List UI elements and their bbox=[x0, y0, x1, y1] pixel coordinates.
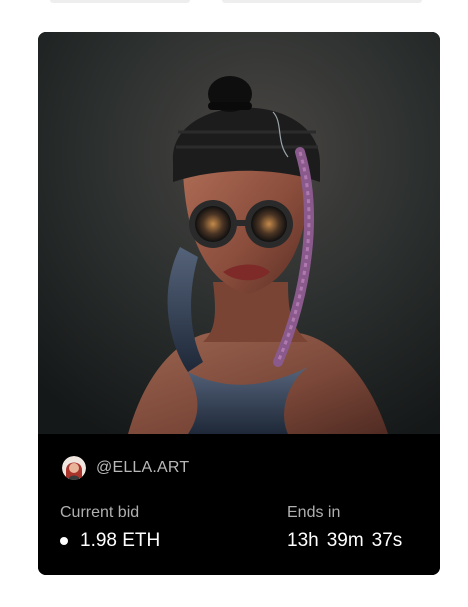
nft-artwork[interactable] bbox=[38, 32, 440, 434]
current-bid-label: Current bid bbox=[60, 504, 140, 521]
current-bid-value-row: 1.98 ETH bbox=[60, 530, 160, 552]
ends-in-label: Ends in bbox=[287, 504, 341, 521]
creator-row[interactable]: @ELLA.ART bbox=[62, 456, 189, 480]
creator-avatar[interactable] bbox=[62, 456, 86, 480]
eth-dot-icon bbox=[60, 537, 68, 545]
previous-card-edge-right bbox=[222, 0, 422, 3]
previous-card-edge-left bbox=[50, 0, 190, 3]
current-bid-value: 1.98 ETH bbox=[80, 530, 161, 551]
nft-card[interactable]: @ELLA.ART Current bid 1.98 ETH Ends in 1… bbox=[38, 32, 440, 575]
countdown-timer: 13h 39m 37s bbox=[287, 530, 402, 552]
creator-handle[interactable]: @ELLA.ART bbox=[96, 459, 189, 477]
auction-info-panel: @ELLA.ART Current bid 1.98 ETH Ends in 1… bbox=[38, 434, 440, 575]
countdown-seconds: 37s bbox=[371, 530, 403, 551]
countdown-hours: 13h bbox=[287, 530, 319, 551]
countdown-minutes: 39m bbox=[326, 530, 364, 551]
